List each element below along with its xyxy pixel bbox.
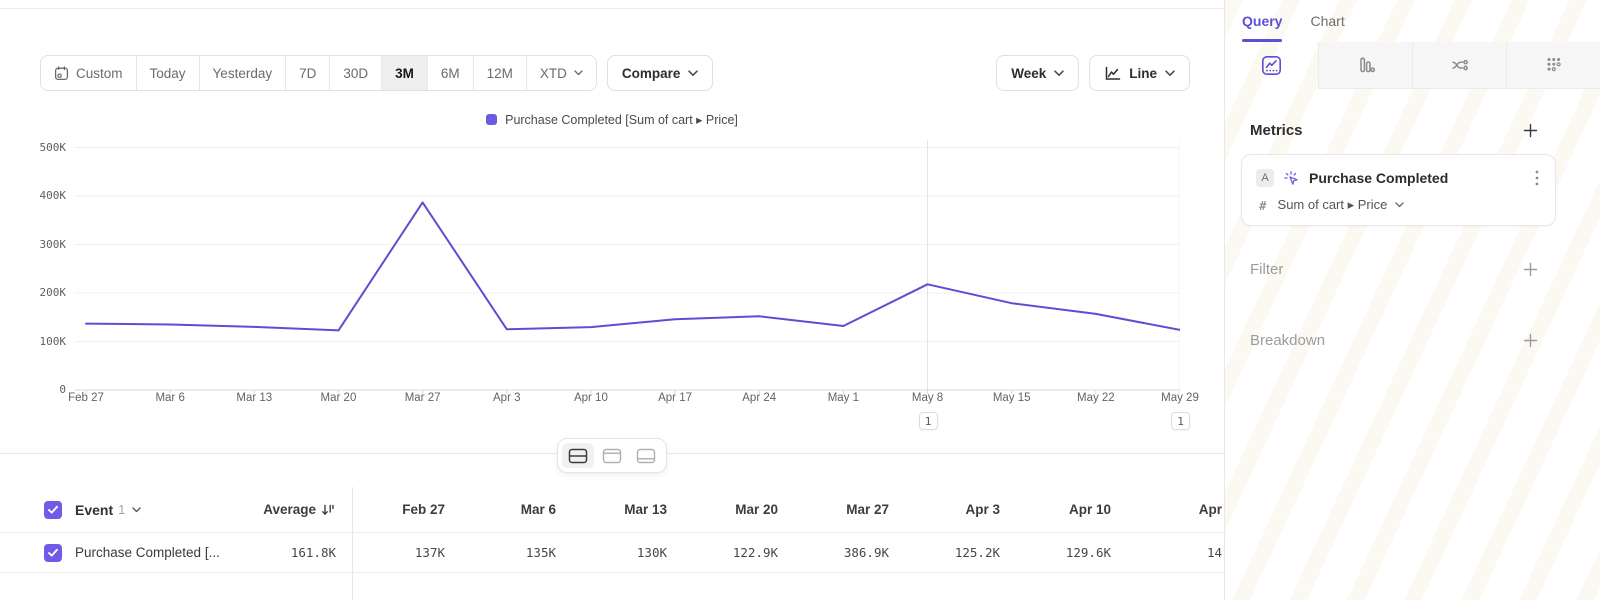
row-values: 137K135K130K122.9K386.9K125.2K129.6K14	[352, 545, 1224, 560]
table-row-left: Purchase Completed [... 161.8K	[0, 544, 352, 562]
series-line[interactable]	[86, 202, 1180, 330]
kebab-menu-icon[interactable]	[1533, 168, 1541, 188]
chevron-down-icon[interactable]	[132, 507, 141, 513]
main-panel: CustomTodayYesterday7D30D3M6M12MXTD Comp…	[0, 0, 1224, 600]
table-header-left: Event 1 Average	[0, 501, 352, 519]
x-tick-label: May 1	[798, 392, 888, 404]
results-table: Event 1 Average Feb 27Mar 6Mar 13Mar 20M…	[0, 453, 1224, 600]
event-count: 1	[118, 502, 125, 517]
filter-section-header: Filter	[1225, 260, 1600, 279]
plot-canvas[interactable]	[75, 140, 1180, 398]
x-tick-label: Apr 24	[714, 392, 804, 404]
metric-card-row1: A Purchase Completed	[1256, 168, 1541, 188]
query-sidebar: QueryChart Metrics A Purchase Compl	[1224, 0, 1600, 600]
cell-value: 122.9K	[667, 545, 778, 560]
add-filter-button[interactable]	[1521, 260, 1540, 279]
sidebar-tabs: Query Chart	[1225, 0, 1600, 42]
numeric-type-icon: #	[1259, 198, 1267, 213]
x-tick-label: Mar 13	[209, 392, 299, 404]
table-header-row: Event 1 Average Feb 27Mar 6Mar 13Mar 20M…	[0, 487, 1224, 533]
line-chart[interactable]: 0100K200K300K400K500K Feb 27Mar 6Mar 13M…	[0, 0, 1224, 453]
cell-value: 135K	[445, 545, 556, 560]
date-column-header[interactable]: Apr 10	[1000, 502, 1111, 517]
chevron-down-icon	[1395, 202, 1404, 208]
event-sparkle-icon	[1283, 170, 1300, 187]
sidebar-tab-chart[interactable]: Chart	[1310, 0, 1344, 42]
y-tick-label: 400K	[0, 189, 66, 202]
event-column-header[interactable]: Event	[75, 502, 113, 518]
table-row[interactable]: Purchase Completed [... 161.8K 137K135K1…	[0, 533, 1224, 573]
row-average-value: 161.8K	[291, 545, 336, 560]
cell-value: 386.9K	[778, 545, 889, 560]
date-headers: Feb 27Mar 6Mar 13Mar 20Mar 27Apr 3Apr 10…	[352, 502, 1224, 517]
breakdown-section-header: Breakdown	[1225, 331, 1600, 350]
x-tick-label: Mar 27	[378, 392, 468, 404]
tab-retention[interactable]	[1506, 42, 1600, 89]
retention-dots-icon	[1543, 54, 1565, 76]
annotation-badge[interactable]: 1	[919, 412, 938, 430]
x-tick-label: Feb 27	[41, 392, 131, 404]
metrics-section-header: Metrics	[1225, 121, 1600, 140]
annotation-badge[interactable]: 1	[1171, 412, 1190, 430]
cell-value: 129.6K	[1000, 545, 1111, 560]
tab-insights[interactable]	[1225, 42, 1318, 89]
tab-flows[interactable]	[1412, 42, 1506, 89]
x-tick-label: Apr 10	[546, 392, 636, 404]
cell-value: 130K	[556, 545, 667, 560]
x-tick-label: May 29	[1135, 392, 1225, 404]
cell-value: 14	[1111, 545, 1222, 560]
report-type-strip	[1225, 42, 1600, 89]
tab-funnels[interactable]	[1318, 42, 1412, 89]
metric-event-name: Purchase Completed	[1309, 170, 1524, 186]
filter-title: Filter	[1250, 261, 1283, 278]
table-column-divider	[352, 487, 353, 600]
row-event-name: Purchase Completed [...	[75, 545, 220, 560]
date-column-header[interactable]: Mar 13	[556, 502, 667, 517]
y-tick-label: 300K	[0, 238, 66, 251]
x-tick-label: May 15	[967, 392, 1057, 404]
x-tick-label: Mar 6	[125, 392, 215, 404]
date-column-header[interactable]: Feb 27	[352, 502, 445, 517]
row-checkbox[interactable]	[44, 544, 62, 562]
funnel-bars-icon	[1355, 54, 1377, 76]
add-breakdown-button[interactable]	[1521, 331, 1540, 350]
x-tick-label: Apr 3	[462, 392, 552, 404]
breakdown-title: Breakdown	[1250, 332, 1325, 349]
date-column-header[interactable]: Mar 6	[445, 502, 556, 517]
average-column-header[interactable]: Average	[263, 502, 336, 517]
insights-report-screen: CustomTodayYesterday7D30D3M6M12MXTD Comp…	[0, 0, 1600, 600]
y-tick-label: 500K	[0, 141, 66, 154]
date-column-header[interactable]: Mar 20	[667, 502, 778, 517]
date-column-header[interactable]: Apr	[1111, 502, 1222, 517]
add-metric-button[interactable]	[1521, 121, 1540, 140]
date-column-header[interactable]: Mar 27	[778, 502, 889, 517]
sidebar-tab-query[interactable]: Query	[1242, 0, 1282, 42]
metric-card[interactable]: A Purchase Completed # Sum of cart ▸ Pri…	[1241, 154, 1556, 226]
flows-icon	[1449, 54, 1471, 76]
y-tick-label: 200K	[0, 286, 66, 299]
x-tick-label: May 22	[1051, 392, 1141, 404]
x-tick-label: Apr 17	[630, 392, 720, 404]
cell-value: 125.2K	[889, 545, 1000, 560]
metrics-title: Metrics	[1250, 122, 1303, 139]
aggregation-selector[interactable]: Sum of cart ▸ Price	[1278, 197, 1405, 213]
select-all-checkbox[interactable]	[44, 501, 62, 519]
y-tick-label: 100K	[0, 335, 66, 348]
metric-letter-badge: A	[1256, 169, 1274, 187]
x-tick-label: May 8	[883, 392, 973, 404]
sort-icon	[321, 503, 336, 517]
cell-value: 137K	[352, 545, 445, 560]
metric-card-row2: # Sum of cart ▸ Price	[1256, 197, 1541, 213]
date-column-header[interactable]: Apr 3	[889, 502, 1000, 517]
x-tick-label: Mar 20	[293, 392, 383, 404]
insights-icon	[1260, 54, 1283, 77]
